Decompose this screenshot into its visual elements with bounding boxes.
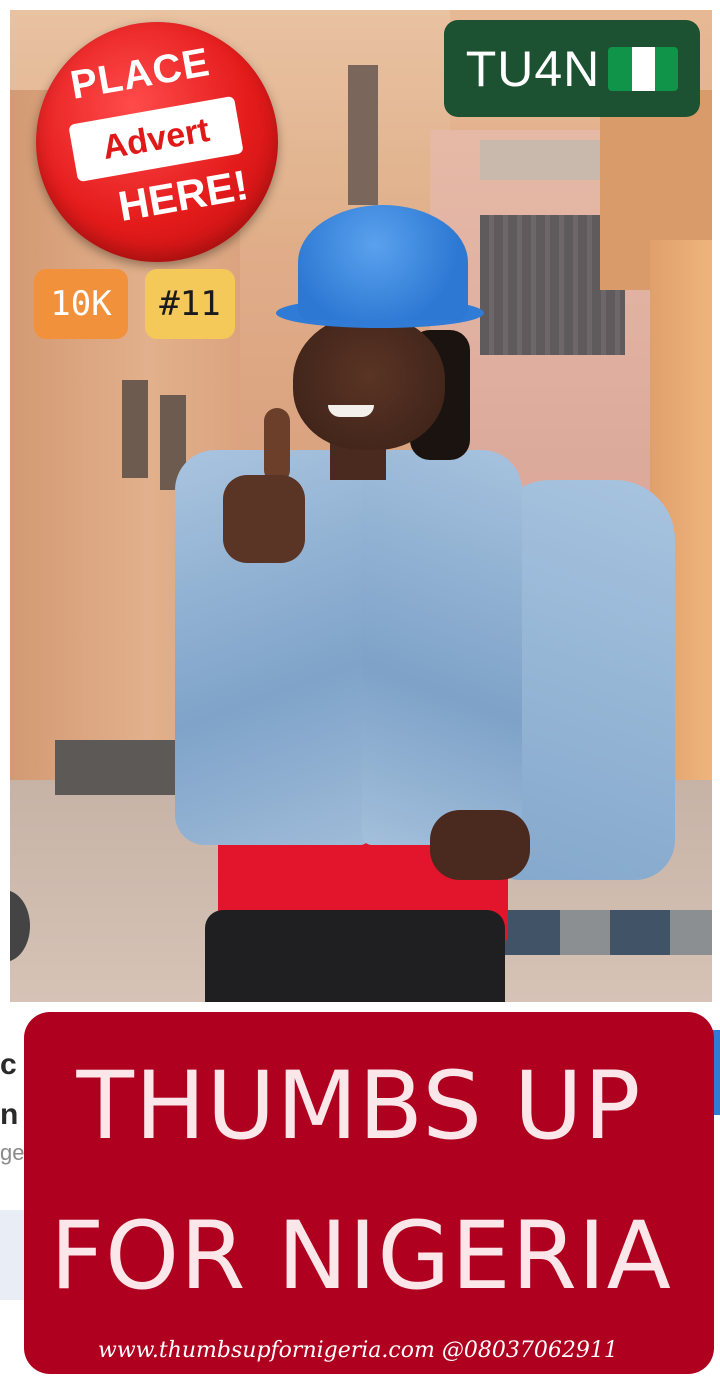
brand-badge[interactable]: TU4N [444, 20, 700, 117]
thumb-up-icon [264, 408, 290, 483]
views-badge: 10K [34, 269, 128, 339]
denim-jacket-right [362, 450, 522, 845]
nigeria-flag-icon [608, 46, 679, 91]
hard-hat-icon [298, 205, 468, 320]
rank-badge: #11 [145, 269, 235, 339]
smile [328, 405, 374, 417]
title-banner: THUMBS UP FOR NIGERIA www.thumbsupfornig… [24, 1012, 714, 1374]
banner-contact: www.thumbsupfornigeria.com @08037062911 [98, 1338, 618, 1363]
fist [223, 475, 305, 563]
phone-number[interactable]: @08037062911 [442, 1338, 618, 1363]
face [293, 315, 445, 450]
brand-label: TU4N [465, 40, 601, 97]
advert-line2: Advert [99, 110, 213, 167]
hand-on-hip [430, 810, 530, 880]
banner-title-line2: FOR NIGERIA [50, 1202, 672, 1311]
banner-title-line1: THUMBS UP [76, 1052, 642, 1161]
website-link[interactable]: www.thumbsupfornigeria.com [98, 1338, 435, 1363]
black-pants [205, 910, 505, 1002]
